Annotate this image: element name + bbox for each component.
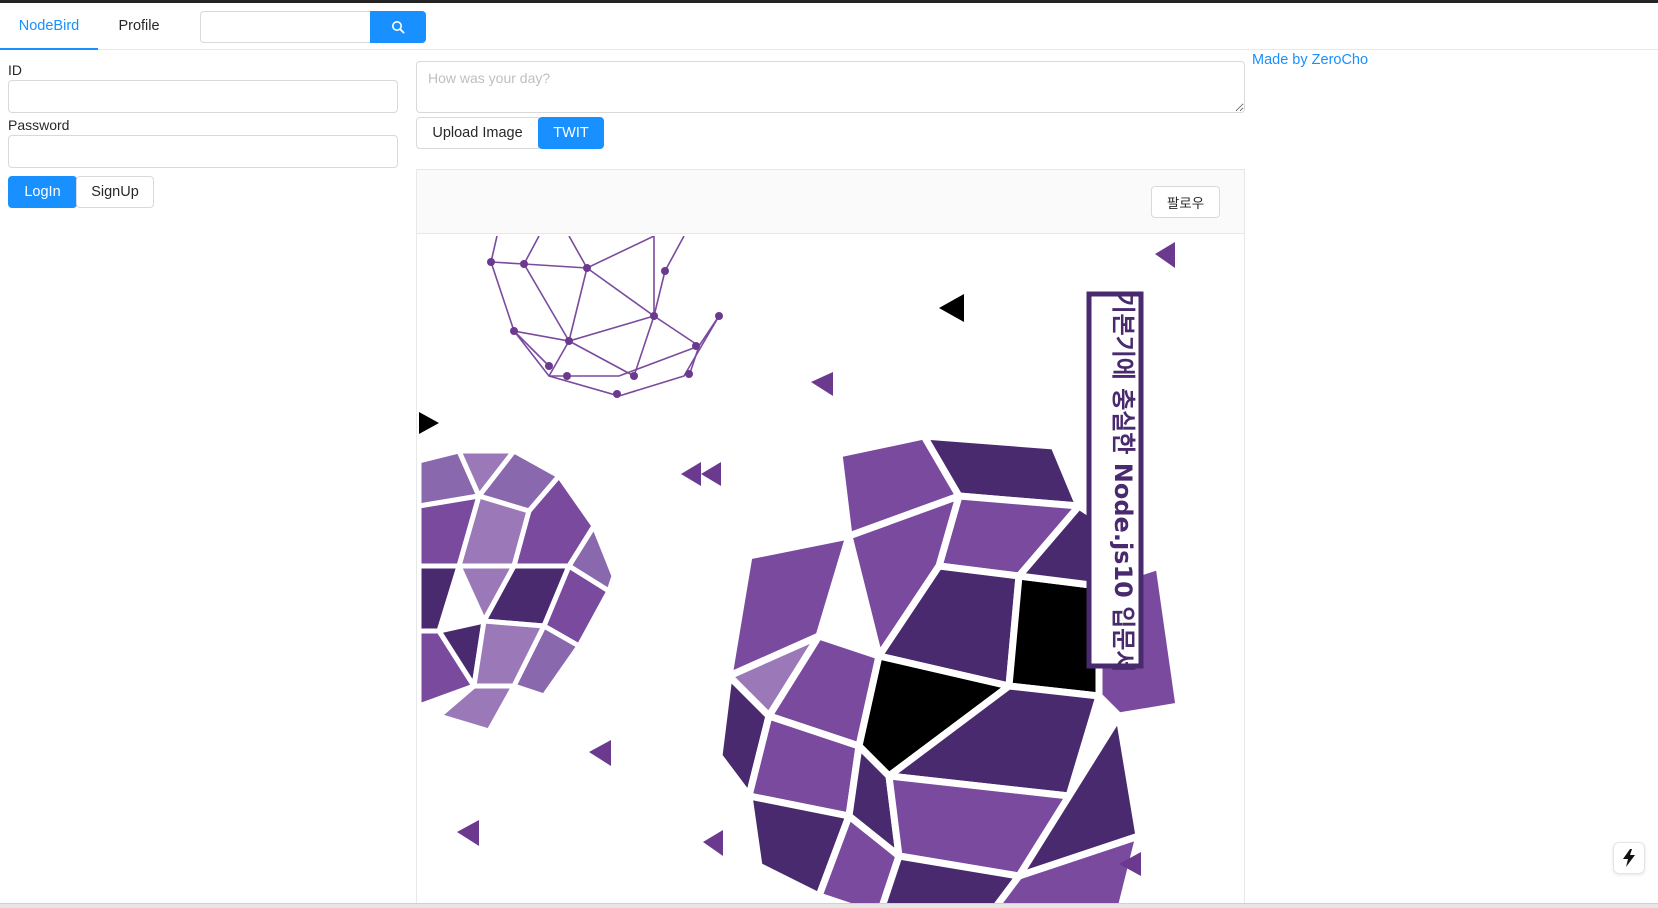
search-button[interactable] xyxy=(370,11,426,43)
id-label: ID xyxy=(8,62,22,78)
twit-button[interactable]: TWIT xyxy=(538,117,604,149)
window-bottom-bar xyxy=(0,903,1658,908)
devtools-button[interactable] xyxy=(1613,842,1645,874)
search-input[interactable] xyxy=(200,11,371,43)
search-group xyxy=(200,11,426,43)
post-composer: Upload Image TWIT xyxy=(416,61,1245,149)
lightning-icon xyxy=(1623,849,1635,867)
book-title-text: 기본기에 충실한 Node.js10 입문서 xyxy=(1109,292,1137,673)
login-form: ID Password LogIn SignUp xyxy=(8,60,398,208)
book-cover-illustration: 기본기에 충실한 Node.js10 입문서 xyxy=(417,235,1183,907)
id-field[interactable] xyxy=(8,80,398,113)
password-field[interactable] xyxy=(8,135,398,168)
book-title-box: 기본기에 충실한 Node.js10 입문서 xyxy=(1086,291,1144,673)
nav-home-link[interactable]: NodeBird xyxy=(0,3,98,50)
search-icon xyxy=(392,21,405,34)
signup-button[interactable]: SignUp xyxy=(76,176,154,208)
login-actions: LogIn SignUp xyxy=(8,176,398,208)
left-polyhedron xyxy=(417,448,617,734)
post-image[interactable]: 기본기에 충실한 Node.js10 입문서 xyxy=(417,235,1242,907)
login-button[interactable]: LogIn xyxy=(8,176,77,208)
post-card: 팔로우 기본기에 충실한 Node.js10 입문서 xyxy=(416,169,1245,908)
follow-button[interactable]: 팔로우 xyxy=(1151,186,1220,218)
wireframe-nodes xyxy=(487,258,723,398)
made-by-link[interactable]: Made by ZeroCho xyxy=(1252,52,1368,68)
nav-profile-link[interactable]: Profile xyxy=(98,3,180,50)
wireframe-sphere xyxy=(490,235,720,397)
upload-image-button[interactable]: Upload Image xyxy=(416,117,539,149)
password-label: Password xyxy=(8,117,70,133)
top-navigation: NodeBird Profile xyxy=(0,3,1658,50)
composer-actions: Upload Image TWIT xyxy=(416,117,1245,149)
post-card-header: 팔로우 xyxy=(417,170,1244,234)
post-textarea[interactable] xyxy=(416,61,1245,113)
